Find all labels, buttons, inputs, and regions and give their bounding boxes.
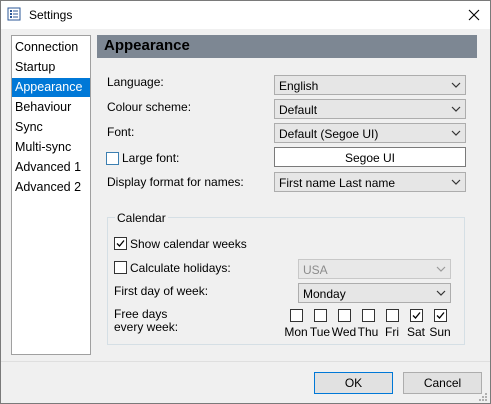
- colour-scheme-dropdown[interactable]: Default: [274, 99, 466, 119]
- first-day-value: Monday: [303, 287, 346, 301]
- large-font-label: Large font:: [122, 151, 180, 165]
- chevron-down-icon: [436, 266, 446, 272]
- free-day-tue-label: Tue: [309, 325, 331, 339]
- display-format-dropdown[interactable]: First name Last name: [274, 172, 466, 192]
- free-day-mon-label: Mon: [284, 325, 308, 339]
- holidays-country-dropdown[interactable]: USA: [298, 259, 451, 279]
- checkmark-icon: [116, 240, 125, 247]
- free-day-sat-checkbox[interactable]: [410, 309, 423, 322]
- first-day-label: First day of week:: [114, 284, 209, 298]
- calculate-holidays-checkbox[interactable]: [114, 261, 127, 274]
- free-days-label-line1: Free days: [114, 307, 168, 321]
- free-day-sun-label: Sun: [429, 325, 451, 339]
- language-label: Language:: [107, 75, 164, 89]
- panel-header: Appearance: [97, 35, 477, 58]
- calendar-group-title: Calendar: [115, 211, 168, 225]
- first-day-dropdown[interactable]: Monday: [298, 283, 451, 303]
- ok-button[interactable]: OK: [314, 372, 393, 394]
- nav-item-appearance[interactable]: Appearance: [12, 78, 90, 97]
- window-title: Settings: [29, 8, 73, 22]
- dialog-footer: OK Cancel: [1, 361, 490, 403]
- free-day-wed-checkbox[interactable]: [338, 309, 351, 322]
- calculate-holidays-label: Calculate holidays:: [130, 261, 231, 275]
- colour-scheme-label: Colour scheme:: [107, 100, 192, 114]
- nav-item-advanced-1[interactable]: Advanced 1: [12, 158, 90, 177]
- settings-window: Settings Connection Startup Appearance B…: [0, 0, 491, 404]
- free-day-sat-label: Sat: [406, 325, 425, 339]
- free-day-fri-label: Fri: [385, 325, 399, 339]
- large-font-name-value: Segoe UI: [344, 151, 396, 165]
- large-font-name-field[interactable]: Segoe UI: [274, 147, 466, 167]
- chevron-down-icon: [451, 82, 461, 88]
- large-font-checkbox[interactable]: [106, 152, 119, 165]
- display-format-label: Display format for names:: [107, 175, 244, 189]
- nav-item-advanced-2[interactable]: Advanced 2: [12, 178, 90, 197]
- nav-item-behaviour[interactable]: Behaviour: [12, 98, 90, 117]
- appearance-panel: Appearance Language: English Colour sche…: [97, 35, 477, 353]
- language-dropdown[interactable]: English: [274, 75, 466, 95]
- nav-item-connection[interactable]: Connection: [12, 38, 90, 57]
- free-day-fri-checkbox[interactable]: [386, 309, 399, 322]
- free-day-tue-checkbox[interactable]: [314, 309, 327, 322]
- free-day-thu-checkbox[interactable]: [362, 309, 375, 322]
- display-format-value: First name Last name: [279, 176, 396, 190]
- show-calendar-weeks-checkbox[interactable]: [114, 237, 127, 250]
- free-day-mon-checkbox[interactable]: [290, 309, 303, 322]
- close-icon: [468, 9, 480, 21]
- free-day-wed-label: Wed: [331, 325, 357, 339]
- chevron-down-icon: [451, 130, 461, 136]
- free-days-label-line2: every week:: [114, 320, 179, 334]
- nav-item-multi-sync[interactable]: Multi-sync: [12, 138, 90, 157]
- free-day-sun-checkbox[interactable]: [434, 309, 447, 322]
- settings-app-icon: [7, 7, 21, 21]
- font-label: Font:: [107, 125, 135, 139]
- chevron-down-icon: [451, 106, 461, 112]
- checkmark-icon: [436, 312, 445, 319]
- cancel-button[interactable]: Cancel: [403, 372, 482, 394]
- font-value: Default (Segoe UI): [279, 127, 379, 141]
- title-bar: Settings: [1, 1, 490, 29]
- free-day-thu-label: Thu: [357, 325, 379, 339]
- holidays-country-value: USA: [303, 263, 328, 277]
- resize-grip-icon[interactable]: [478, 392, 488, 402]
- nav-item-sync[interactable]: Sync: [12, 118, 90, 137]
- show-calendar-weeks-label: Show calendar weeks: [130, 237, 247, 251]
- close-button[interactable]: [458, 1, 490, 29]
- language-value: English: [279, 79, 319, 93]
- nav-item-startup[interactable]: Startup: [12, 58, 90, 77]
- checkmark-icon: [412, 312, 421, 319]
- colour-scheme-value: Default: [279, 103, 318, 117]
- font-dropdown[interactable]: Default (Segoe UI): [274, 123, 466, 143]
- chevron-down-icon: [451, 179, 461, 185]
- chevron-down-icon: [436, 290, 446, 296]
- settings-nav-list: Connection Startup Appearance Behaviour …: [11, 35, 91, 355]
- panel-title: Appearance: [104, 37, 190, 54]
